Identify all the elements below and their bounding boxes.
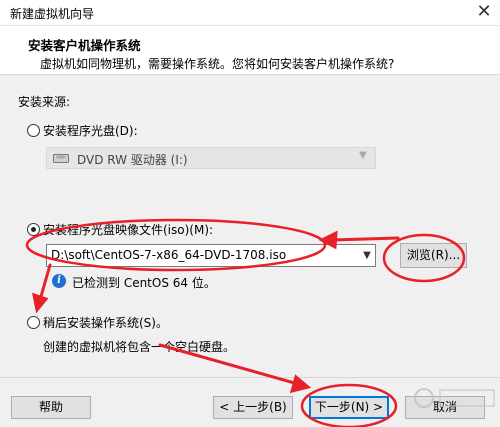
window-title: 新建虚拟机向导 — [10, 7, 95, 21]
install-later-description: 创建的虚拟机将包含一个空白硬盘。 — [43, 340, 236, 354]
arrow-to-later — [38, 263, 52, 302]
iso-option-label[interactable]: 安装程序光盘映像文件(iso)(M): — [43, 221, 213, 238]
browse-button[interactable]: 浏览(R)... — [400, 243, 467, 268]
install-later-label[interactable]: 稍后安装操作系统(S)。 — [43, 314, 168, 331]
install-later-radio[interactable] — [27, 316, 40, 329]
os-detected-text: 已检测到 CentOS 64 位。 — [72, 276, 216, 290]
install-source-label: 安装来源: — [18, 95, 71, 109]
iso-path-input[interactable]: D:\soft\CentOS-7-x86_64-DVD-1708.iso — [51, 248, 286, 262]
disc-radio[interactable] — [27, 124, 40, 137]
watermark-logo — [414, 388, 495, 408]
next-button[interactable]: 下一步(N) > — [309, 396, 389, 419]
arrow-to-iso — [330, 236, 400, 242]
drive-select-value: DVD RW 驱动器 (I:) — [77, 153, 188, 167]
back-button[interactable]: < 上一步(B) — [213, 396, 293, 419]
dvd-drive-icon — [53, 154, 69, 163]
wizard-header: 安装客户机操作系统 虚拟机如同物理机，需要操作系统。您将如何安装客户机操作系统? — [0, 26, 500, 75]
title-bar: 新建虚拟机向导 ✕ — [0, 0, 500, 26]
help-button[interactable]: 帮助 — [11, 396, 91, 419]
chevron-down-icon[interactable]: ▼ — [358, 245, 376, 266]
footer-divider — [0, 377, 500, 378]
disc-option-label[interactable]: 安装程序光盘(D): — [43, 122, 138, 139]
iso-radio[interactable] — [27, 223, 40, 236]
drive-select: DVD RW 驱动器 (I:) ▼ — [46, 147, 376, 169]
page-title: 安装客户机操作系统 — [28, 38, 141, 53]
info-icon: i — [52, 274, 66, 288]
iso-path-combobox[interactable]: D:\soft\CentOS-7-x86_64-DVD-1708.iso ▼ — [46, 244, 376, 267]
close-icon[interactable]: ✕ — [468, 0, 500, 26]
page-subtitle: 虚拟机如同物理机，需要操作系统。您将如何安装客户机操作系统? — [40, 57, 395, 71]
chevron-down-icon: ▼ — [359, 150, 367, 161]
